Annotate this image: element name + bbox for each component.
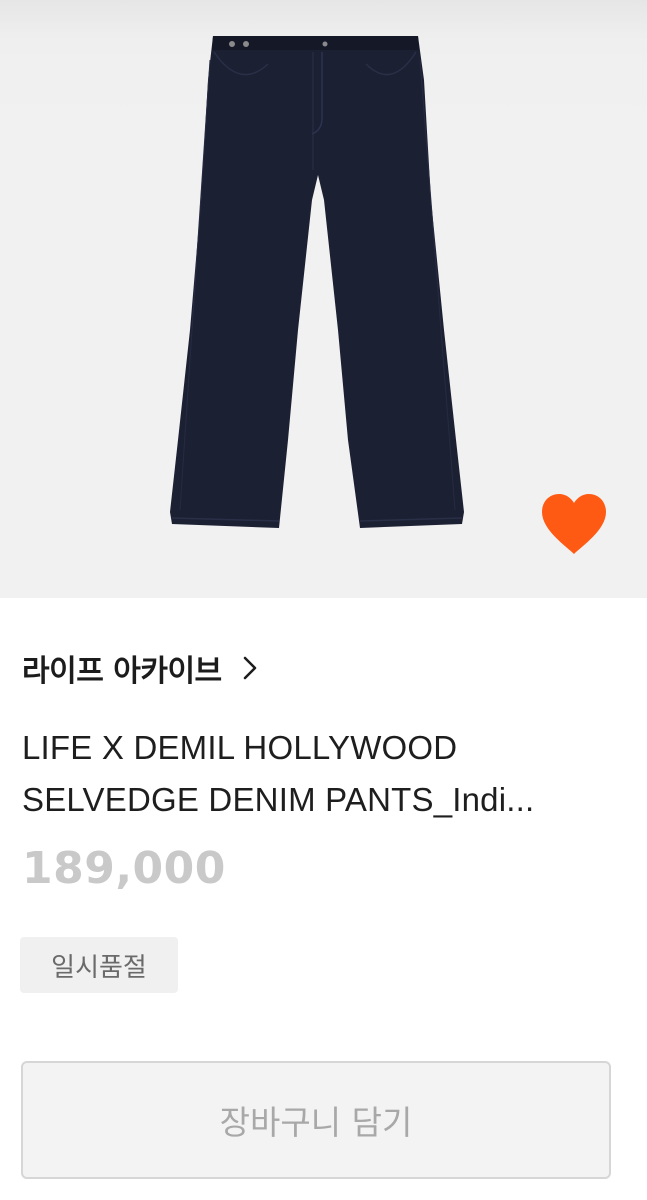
- wishlist-button[interactable]: [536, 490, 612, 560]
- product-detail-page: 라이프 아카이브 LIFE X DEMIL HOLLYWOOD SELVEDGE…: [0, 0, 647, 1200]
- product-title: LIFE X DEMIL HOLLYWOOD SELVEDGE DENIM PA…: [22, 722, 622, 826]
- product-title-line-1: LIFE X DEMIL HOLLYWOOD: [22, 729, 458, 766]
- brand-link[interactable]: 라이프 아카이브: [22, 645, 258, 691]
- brand-name: 라이프 아카이브: [22, 654, 222, 689]
- chevron-right-icon: [242, 655, 258, 681]
- product-title-line-2: SELVEDGE DENIM PANTS_Indi...: [22, 781, 535, 818]
- product-image-area: [0, 0, 647, 598]
- product-price: 189,000: [22, 843, 226, 894]
- status-badge: 일시품절: [20, 937, 178, 993]
- heart-icon: [542, 494, 606, 554]
- add-to-cart-button[interactable]: 장바구니 담기: [21, 1061, 611, 1179]
